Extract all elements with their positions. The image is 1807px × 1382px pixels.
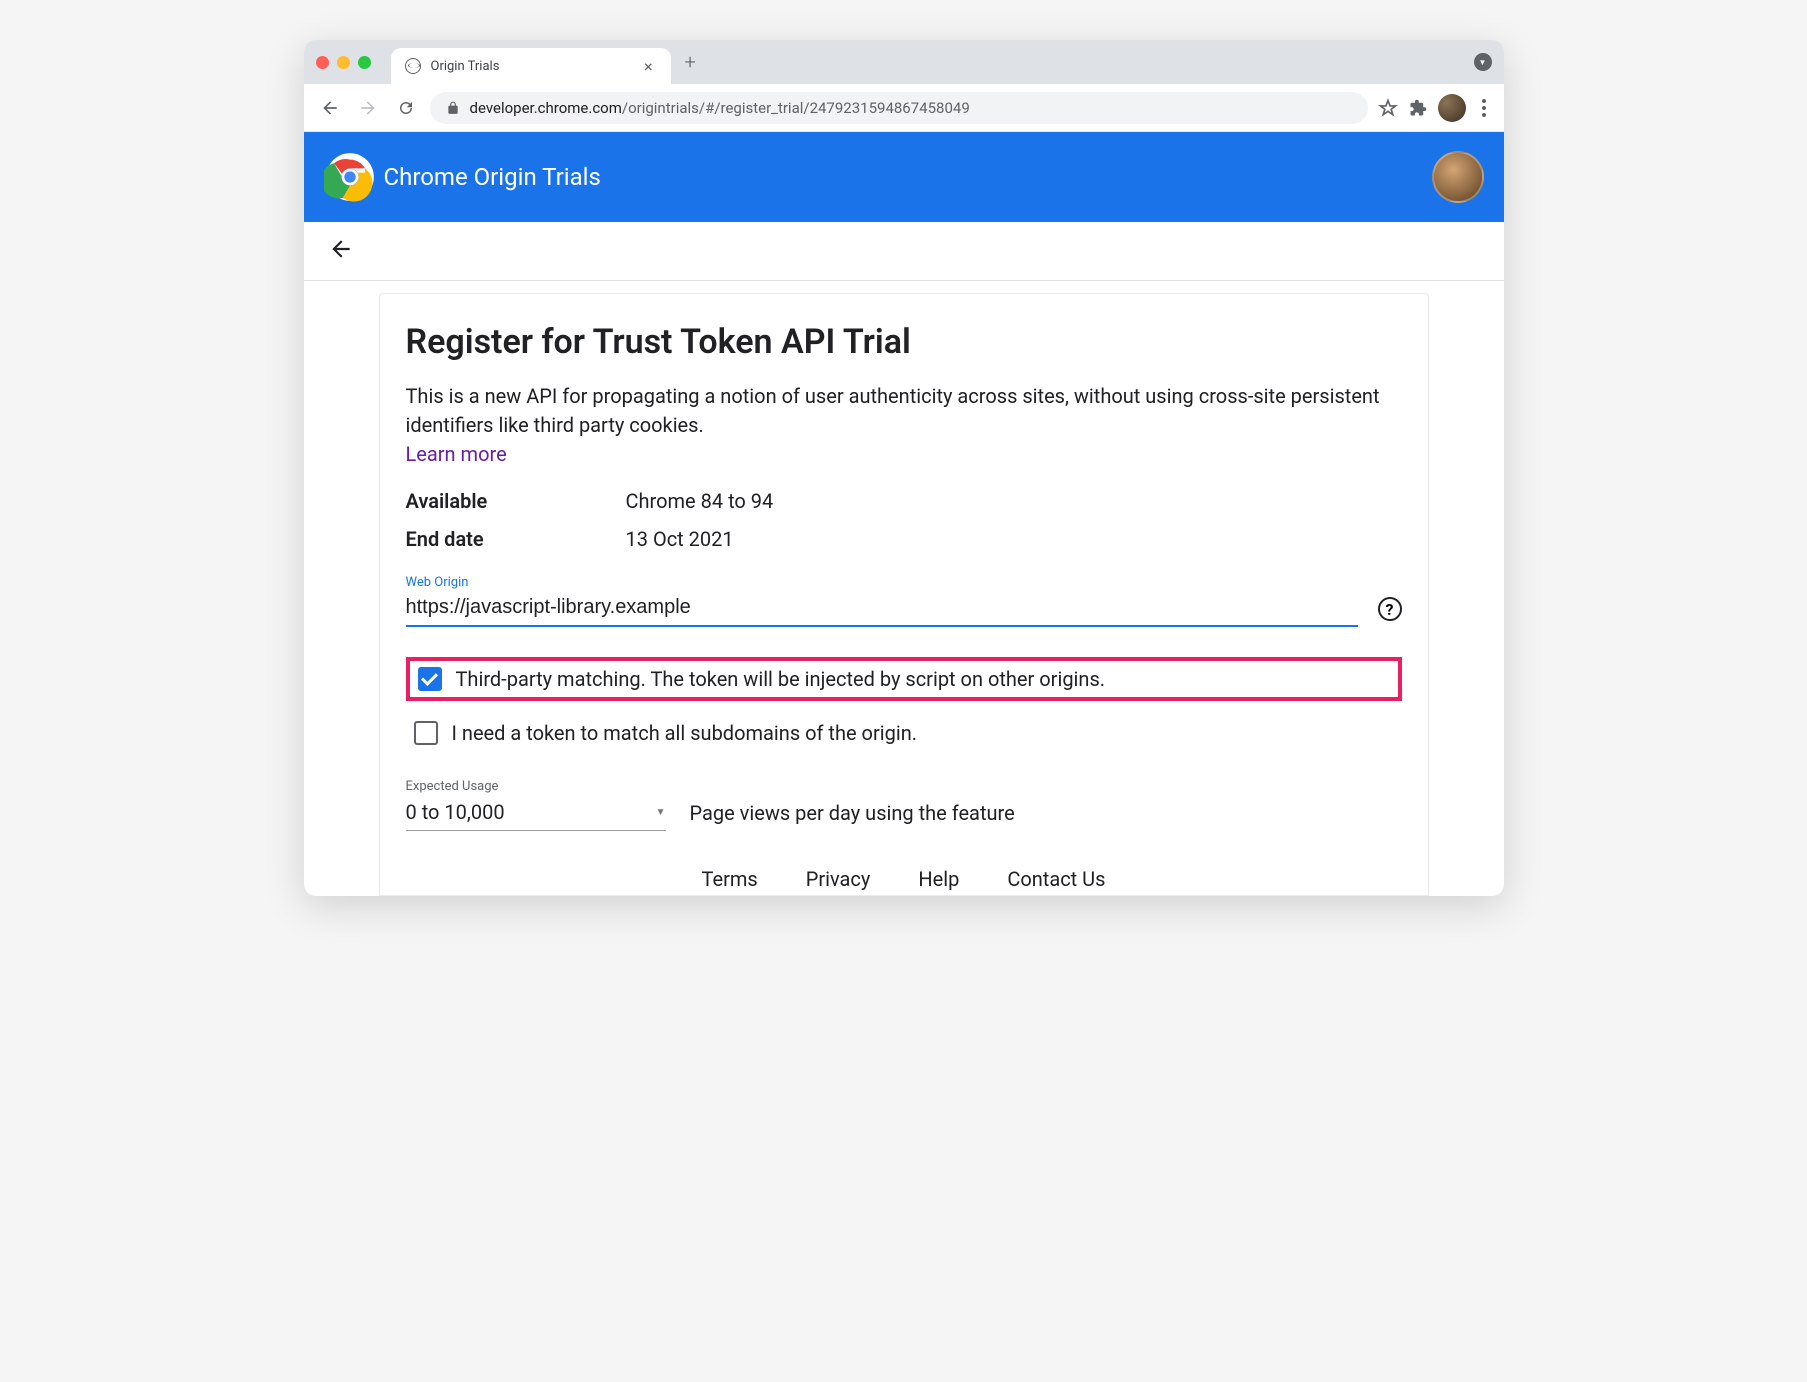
end-date-row: End date 13 Oct 2021 — [406, 527, 1402, 551]
app-title: Chrome Origin Trials — [384, 163, 601, 191]
contact-link[interactable]: Contact Us — [1007, 867, 1105, 891]
third-party-checkbox[interactable] — [418, 667, 442, 691]
incognito-icon[interactable] — [1474, 53, 1492, 71]
lock-icon — [446, 101, 460, 115]
learn-more-link[interactable]: Learn more — [406, 442, 507, 466]
close-window-button[interactable] — [316, 56, 329, 69]
subdomains-label: I need a token to match all subdomains o… — [452, 721, 918, 745]
available-row: Available Chrome 84 to 94 — [406, 489, 1402, 513]
app-header: Chrome Origin Trials — [304, 132, 1504, 222]
available-value: Chrome 84 to 94 — [626, 489, 774, 513]
web-origin-label: Web Origin — [406, 575, 1402, 590]
window-controls — [316, 56, 371, 69]
end-date-value: 13 Oct 2021 — [626, 527, 734, 551]
url-field[interactable]: developer.chrome.com/origintrials/#/regi… — [430, 92, 1368, 124]
chevron-down-icon: ▼ — [656, 807, 666, 818]
expected-usage-label: Expected Usage — [406, 779, 666, 794]
web-origin-input[interactable] — [406, 592, 1358, 627]
description-text: This is a new API for propagating a noti… — [406, 384, 1380, 437]
globe-icon — [405, 58, 421, 74]
tab-title: Origin Trials — [431, 59, 630, 74]
minimize-window-button[interactable] — [337, 56, 350, 69]
expected-usage-description: Page views per day using the feature — [690, 801, 1015, 831]
bookmark-button[interactable] — [1378, 98, 1398, 118]
end-date-label: End date — [406, 527, 626, 551]
expected-usage-value: 0 to 10,000 — [406, 800, 505, 824]
chrome-logo-icon — [324, 151, 376, 203]
forward-button[interactable] — [354, 94, 382, 122]
back-button[interactable] — [316, 94, 344, 122]
page-back-button[interactable] — [328, 236, 1480, 266]
browser-menu-button[interactable] — [1476, 93, 1492, 123]
privacy-link[interactable]: Privacy — [806, 867, 871, 891]
page-description: This is a new API for propagating a noti… — [406, 382, 1402, 469]
page-title: Register for Trust Token API Trial — [406, 322, 1402, 362]
sub-nav — [304, 222, 1504, 281]
third-party-label: Third-party matching. The token will be … — [456, 667, 1106, 691]
subdomains-checkbox[interactable] — [414, 721, 438, 745]
browser-window: Origin Trials × + developer.chrome.com/o… — [304, 40, 1504, 896]
user-avatar[interactable] — [1432, 151, 1484, 203]
registration-card: Register for Trust Token API Trial This … — [379, 293, 1429, 896]
maximize-window-button[interactable] — [358, 56, 371, 69]
browser-tab[interactable]: Origin Trials × — [391, 48, 671, 84]
help-icon[interactable]: ? — [1378, 597, 1402, 621]
trial-meta: Available Chrome 84 to 94 End date 13 Oc… — [406, 489, 1402, 551]
available-label: Available — [406, 489, 626, 513]
reload-button[interactable] — [392, 94, 420, 122]
web-origin-field-group: Web Origin ? — [406, 575, 1402, 627]
expected-usage-group: Expected Usage 0 to 10,000 ▼ Page views … — [406, 779, 1402, 831]
new-tab-button[interactable]: + — [685, 50, 696, 74]
help-link[interactable]: Help — [918, 867, 959, 891]
profile-avatar[interactable] — [1438, 94, 1466, 122]
third-party-checkbox-row: Third-party matching. The token will be … — [406, 657, 1402, 701]
subdomains-checkbox-row: I need a token to match all subdomains o… — [406, 715, 1402, 751]
url-text: developer.chrome.com/origintrials/#/regi… — [470, 99, 970, 117]
tab-bar: Origin Trials × + — [304, 40, 1504, 84]
address-bar: developer.chrome.com/origintrials/#/regi… — [304, 84, 1504, 132]
extensions-button[interactable] — [1408, 98, 1428, 118]
close-tab-button[interactable]: × — [640, 57, 657, 76]
footer-links: Terms Privacy Help Contact Us — [406, 867, 1402, 895]
expected-usage-select[interactable]: 0 to 10,000 ▼ — [406, 796, 666, 831]
terms-link[interactable]: Terms — [702, 867, 758, 891]
